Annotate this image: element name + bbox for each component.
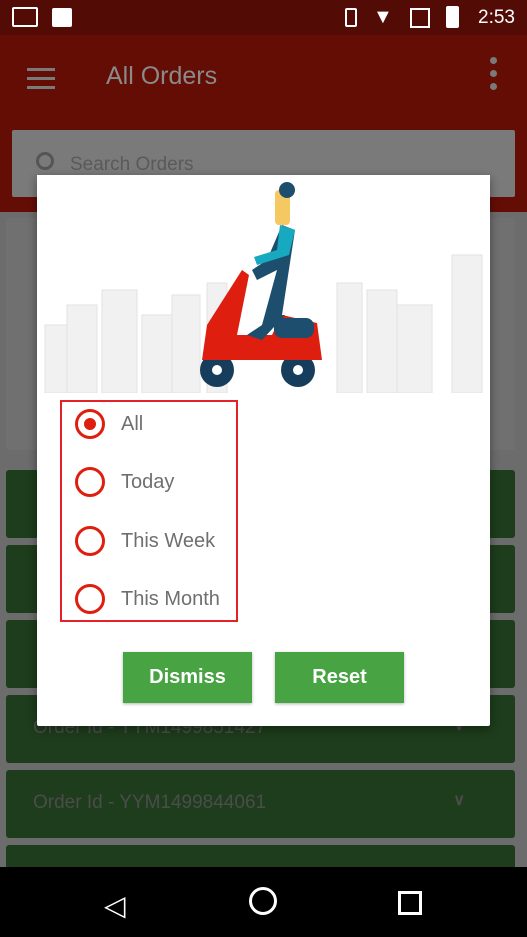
chevron-down-icon[interactable]: ∨ <box>453 790 465 810</box>
reset-button[interactable]: Reset <box>275 652 404 703</box>
status-bar: ▼ 2:53 <box>0 0 527 35</box>
option-label: Today <box>121 470 175 493</box>
radio-this-week[interactable]: This Week <box>75 521 215 561</box>
filter-dialog: All Today This Week This Month Dismiss R… <box>37 175 490 726</box>
radio-button[interactable] <box>75 467 105 497</box>
option-label: This Month <box>121 587 220 610</box>
radio-today[interactable]: Today <box>75 462 174 502</box>
menu-icon[interactable] <box>27 68 55 95</box>
option-label: All <box>121 412 144 435</box>
option-label: This Week <box>121 529 216 552</box>
no-signal-icon <box>410 8 430 28</box>
search-placeholder: Search Orders <box>70 154 194 175</box>
order-card[interactable]: Order Id - YYM1499844061 ∨ <box>6 770 515 838</box>
radio-button-selected[interactable] <box>75 409 105 439</box>
battery-icon <box>446 6 459 28</box>
back-icon[interactable]: ◁ <box>104 889 126 922</box>
radio-all[interactable]: All <box>75 404 143 444</box>
gmail-icon <box>12 7 38 27</box>
page-title: All Orders <box>106 62 218 90</box>
home-icon[interactable] <box>249 887 277 915</box>
navigation-bar: ◁ <box>0 867 527 937</box>
more-options-icon[interactable] <box>490 57 497 96</box>
app-bar: All Orders <box>0 35 527 120</box>
radio-button[interactable] <box>75 526 105 556</box>
order-id: Order Id - YYM1499844061 <box>33 792 267 813</box>
recents-icon[interactable] <box>398 891 422 915</box>
dismiss-button[interactable]: Dismiss <box>123 652 252 703</box>
search-icon <box>36 152 54 170</box>
clock: 2:53 <box>478 7 515 28</box>
radio-button[interactable] <box>75 584 105 614</box>
scooter-illustration <box>37 175 490 393</box>
date-filter-group: All Today This Week This Month <box>60 400 238 622</box>
vibrate-icon <box>345 8 357 27</box>
radio-this-month[interactable]: This Month <box>75 579 220 619</box>
image-icon <box>52 8 72 27</box>
wifi-icon: ▼ <box>373 6 393 28</box>
